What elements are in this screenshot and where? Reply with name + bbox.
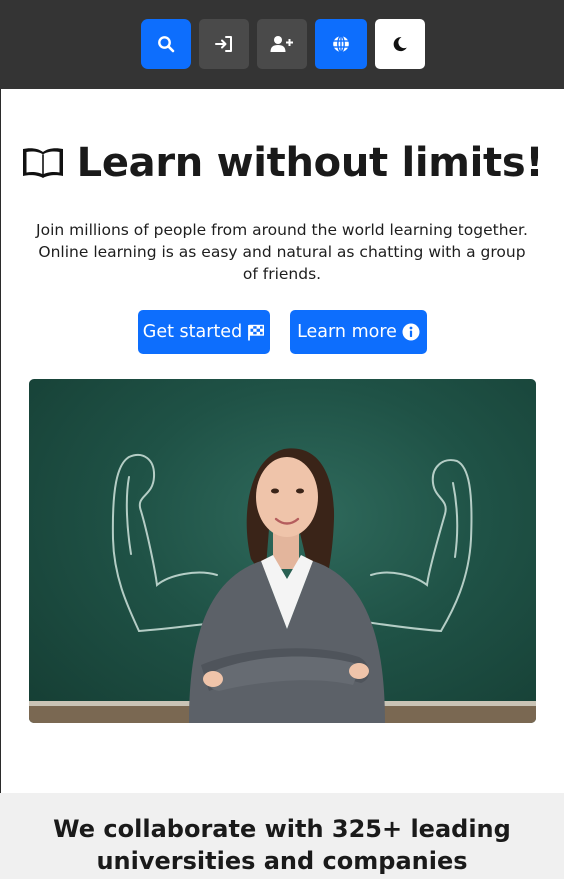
learn-more-label: Learn more [297,322,397,342]
get-started-label: Get started [142,322,243,342]
left-border [0,89,1,879]
open-book-icon [22,148,63,178]
search-icon [158,36,175,53]
theme-toggle-button[interactable] [375,19,425,69]
hero-title-text: Learn without limits! [76,140,544,186]
checkered-flag-icon [248,324,265,340]
language-button[interactable] [315,19,367,69]
learn-more-button[interactable]: Learn more [290,310,427,354]
search-button[interactable] [141,19,191,69]
top-navbar [0,0,564,89]
moon-icon [393,37,407,52]
hero-title: Learn without limits! [0,140,564,186]
add-user-icon [270,36,293,52]
hero-lead-text: Join millions of people from around the … [36,221,528,283]
partners-title: We collaborate with 325+ leading univers… [53,815,511,875]
globe-icon [333,35,349,53]
get-started-button[interactable]: Get started [138,310,270,354]
signup-button[interactable] [257,19,307,69]
teacher-at-chalkboard-illustration [29,448,536,723]
info-circle-icon [402,323,420,341]
hero-image [29,379,536,723]
partners-section: We collaborate with 325+ leading univers… [0,793,564,879]
login-icon [215,36,232,52]
login-button[interactable] [199,19,249,69]
